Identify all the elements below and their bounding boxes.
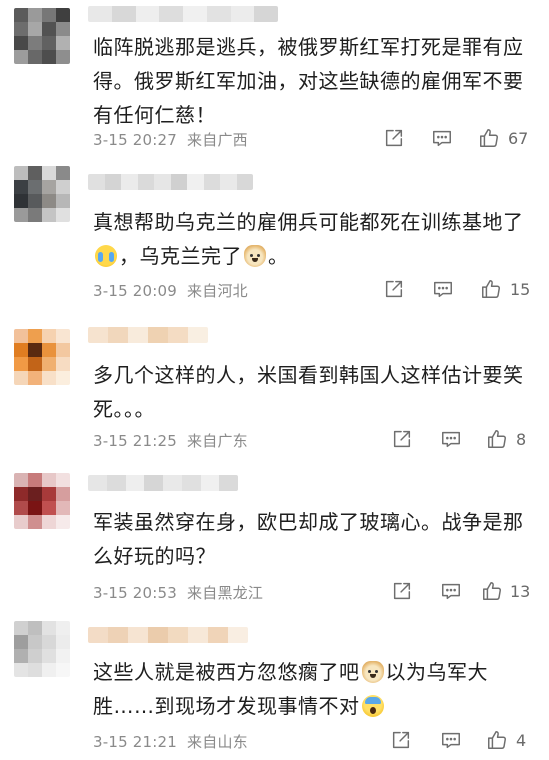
comment-time: 3-15 21:25 bbox=[93, 432, 178, 450]
avatar[interactable] bbox=[14, 473, 70, 529]
share-icon[interactable] bbox=[390, 729, 412, 751]
comment-text: 这些人就是被西方忽悠瘸了吧 以为乌军大胜……到现场才发现事情不对 bbox=[93, 655, 538, 723]
scream-emoji-icon bbox=[361, 695, 384, 717]
comment-text-part: 这些人就是被西方忽悠瘸了吧 bbox=[93, 660, 360, 684]
comment-meta: 3-15 20:09 来自河北 bbox=[93, 280, 248, 301]
comment-text: 多几个这样的人，米国看到韩国人这样估计要笑死。。。 bbox=[93, 358, 538, 426]
comment-text-part: 多几个这样的人，米国看到韩国人这样估计要笑死。。。 bbox=[93, 363, 524, 421]
comment-location: 来自广西 bbox=[187, 131, 248, 149]
comment-meta: 3-15 21:25 来自广东 bbox=[93, 430, 248, 451]
comment-text-part: 。 bbox=[268, 244, 289, 268]
comment-meta: 3-15 20:27 来自广西 bbox=[93, 129, 248, 150]
thumbs-up-icon[interactable] bbox=[486, 428, 508, 450]
comment-icon[interactable] bbox=[440, 580, 462, 602]
thumbs-up-icon[interactable] bbox=[486, 729, 508, 751]
comment-text: 军装虽然穿在身，欧巴却成了玻璃心。战争是那么好玩的吗？ bbox=[93, 505, 538, 573]
avatar[interactable] bbox=[14, 329, 70, 385]
like-count: 13 bbox=[510, 582, 531, 601]
comment-location: 来自黑龙江 bbox=[187, 584, 264, 602]
like-count: 4 bbox=[516, 731, 527, 750]
comment-meta: 3-15 20:53 来自黑龙江 bbox=[93, 582, 263, 603]
comment-text: 真想帮助乌克兰的雇佣兵可能都死在训练基地了 ，乌克兰完了 。 bbox=[93, 205, 538, 273]
comment-item: 临阵脱逃那是逃兵，被俄罗斯红军打死是罪有应得。俄罗斯红军加油，对这些缺德的雇佣军… bbox=[0, 0, 549, 150]
share-icon[interactable] bbox=[383, 278, 405, 300]
comment-time: 3-15 21:21 bbox=[93, 733, 178, 751]
comment-item: 这些人就是被西方忽悠瘸了吧 以为乌军大胜……到现场才发现事情不对 3-15 21:… bbox=[0, 605, 549, 755]
thumbs-up-icon[interactable] bbox=[478, 127, 500, 149]
username-blurred[interactable] bbox=[88, 327, 208, 343]
comment-text-part: 临阵脱逃那是逃兵，被俄罗斯红军打死是罪有应得。俄罗斯红军加油，对这些缺德的雇佣军… bbox=[93, 35, 524, 127]
comment-icon[interactable] bbox=[431, 127, 453, 149]
username-blurred[interactable] bbox=[88, 475, 238, 491]
comment-text: 临阵脱逃那是逃兵，被俄罗斯红军打死是罪有应得。俄罗斯红军加油，对这些缺德的雇佣军… bbox=[93, 30, 538, 132]
doge-emoji-icon bbox=[361, 661, 384, 683]
comment-text-part: 军装虽然穿在身，欧巴却成了玻璃心。战争是那么好玩的吗？ bbox=[93, 510, 524, 568]
comment-icon[interactable] bbox=[432, 278, 454, 300]
thumbs-up-icon[interactable] bbox=[480, 278, 502, 300]
comment-location: 来自山东 bbox=[187, 733, 248, 751]
comment-text-part: ，乌克兰完了 bbox=[119, 244, 242, 268]
comment-time: 3-15 20:09 bbox=[93, 282, 178, 300]
share-icon[interactable] bbox=[391, 580, 413, 602]
comment-item: 军装虽然穿在身，欧巴却成了玻璃心。战争是那么好玩的吗？ 3-15 20:53 来自… bbox=[0, 455, 549, 605]
username-blurred[interactable] bbox=[88, 174, 253, 190]
share-icon[interactable] bbox=[383, 127, 405, 149]
avatar[interactable] bbox=[14, 621, 70, 677]
avatar[interactable] bbox=[14, 166, 70, 222]
comment-text-part: 真想帮助乌克兰的雇佣兵可能都死在训练基地了 bbox=[93, 210, 524, 234]
comment-location: 来自广东 bbox=[187, 432, 248, 450]
crying-emoji-icon bbox=[95, 245, 117, 267]
comment-location: 来自河北 bbox=[187, 282, 248, 300]
comment-item: 真想帮助乌克兰的雇佣兵可能都死在训练基地了 ，乌克兰完了 。 3-15 20:09 来… bbox=[0, 152, 549, 302]
like-count: 8 bbox=[516, 430, 527, 449]
comment-time: 3-15 20:27 bbox=[93, 131, 178, 149]
thumbs-up-icon[interactable] bbox=[481, 580, 503, 602]
avatar[interactable] bbox=[14, 8, 70, 64]
username-blurred[interactable] bbox=[88, 627, 248, 643]
comment-icon[interactable] bbox=[440, 428, 462, 450]
comment-time: 3-15 20:53 bbox=[93, 584, 178, 602]
share-icon[interactable] bbox=[391, 428, 413, 450]
like-count: 67 bbox=[508, 129, 529, 148]
comment-item: 多几个这样的人，米国看到韩国人这样估计要笑死。。。 3-15 21:25 来自广东… bbox=[0, 303, 549, 453]
like-count: 15 bbox=[510, 280, 531, 299]
comment-icon[interactable] bbox=[440, 729, 462, 751]
comment-meta: 3-15 21:21 来自山东 bbox=[93, 731, 248, 752]
doge-emoji-icon bbox=[244, 245, 266, 267]
username-blurred[interactable] bbox=[88, 6, 278, 22]
